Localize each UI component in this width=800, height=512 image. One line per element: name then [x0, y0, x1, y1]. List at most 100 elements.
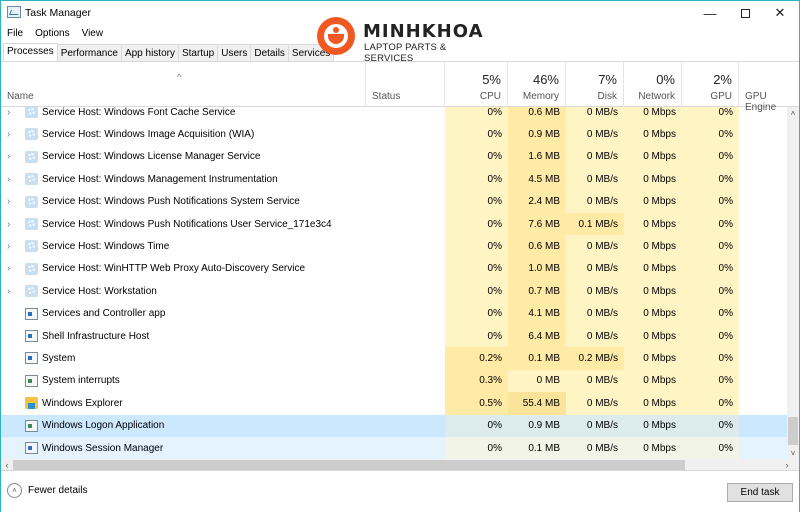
- tab-performance[interactable]: Performance: [57, 44, 122, 62]
- process-status: [366, 280, 445, 302]
- column-name[interactable]: Name: [1, 62, 366, 107]
- gear-icon: [25, 173, 38, 186]
- process-cpu: 0.5%: [445, 392, 508, 415]
- process-gpu: 0%: [682, 168, 739, 191]
- column-gpu[interactable]: 2% GPU: [682, 62, 739, 107]
- process-name: Windows Session Manager: [42, 442, 164, 454]
- process-disk: 0 MB/s: [566, 437, 624, 459]
- tab-processes[interactable]: Processes: [3, 43, 58, 62]
- process-row[interactable]: › Service Host: Windows Push Notification…: [1, 213, 787, 236]
- column-gpu-engine[interactable]: GPU Engine: [739, 62, 799, 113]
- process-row[interactable]: Services and Controller app 0% 4.1 MB 0 MB/…: [1, 302, 787, 325]
- process-row[interactable]: › Service Host: WinHTTP Web Proxy Auto-Di…: [1, 257, 787, 281]
- process-row[interactable]: › Service Host: Windows Time 0% 0.6 MB 0 MB/…: [1, 235, 787, 258]
- process-network: 0 Mbps: [624, 235, 682, 258]
- process-row[interactable]: › Service Host: Windows Management Instru…: [1, 168, 787, 191]
- process-memory: 6.4 MB: [508, 325, 566, 348]
- expand-chevron-icon[interactable]: ›: [7, 235, 10, 257]
- menu-options[interactable]: Options: [33, 25, 73, 43]
- maximize-button[interactable]: [728, 1, 762, 25]
- process-cpu: 0.2%: [445, 347, 508, 370]
- process-disk: 0 MB/s: [566, 392, 624, 415]
- process-cpu: 0%: [445, 168, 508, 191]
- process-row[interactable]: › Service Host: Windows Push Notification…: [1, 190, 787, 213]
- process-status: [366, 146, 445, 168]
- footer: ˄ Fewer details End task: [1, 472, 799, 512]
- expand-chevron-icon[interactable]: ›: [7, 123, 10, 145]
- process-row[interactable]: › Service Host: Windows Font Cache Servic…: [1, 107, 787, 124]
- process-row[interactable]: Windows Explorer 0.5% 55.4 MB 0 MB/s 0 Mbps 0…: [1, 392, 787, 415]
- process-name: Service Host: Windows Image Acquisition …: [42, 129, 255, 141]
- process-row[interactable]: Windows Session Manager 0% 0.1 MB 0 MB/s 0 M…: [1, 437, 787, 459]
- column-memory[interactable]: 46% Memory: [508, 62, 566, 107]
- process-row[interactable]: System interrupts 0.3% 0 MB 0 MB/s 0 Mbps 0%: [1, 369, 787, 393]
- process-status: [366, 437, 445, 459]
- process-row[interactable]: Windows Logon Application 0% 0.9 MB 0 MB/s 0…: [1, 414, 787, 437]
- expand-chevron-icon[interactable]: ›: [7, 107, 10, 123]
- gear-icon: [25, 195, 38, 208]
- process-row[interactable]: › Service Host: Workstation 0% 0.7 MB 0 MB/s…: [1, 280, 787, 303]
- menu-file[interactable]: File: [5, 25, 27, 43]
- process-gpu: 0%: [682, 302, 739, 325]
- tab-details[interactable]: Details: [251, 44, 289, 62]
- process-gpu: 0%: [682, 437, 739, 459]
- process-status: [366, 347, 445, 369]
- expand-chevron-icon[interactable]: ›: [7, 146, 10, 168]
- process-memory: 55.4 MB: [508, 392, 566, 415]
- tab-app-history[interactable]: App history: [121, 44, 179, 62]
- end-task-button[interactable]: End task: [727, 483, 793, 502]
- process-status: [366, 235, 445, 257]
- expand-chevron-icon[interactable]: ›: [7, 213, 10, 235]
- column-header: ^ Name Status 5% CPU 46% Memory 7% Disk …: [1, 62, 799, 113]
- expand-chevron-icon[interactable]: ›: [7, 280, 10, 302]
- process-memory: 2.4 MB: [508, 190, 566, 213]
- expand-chevron-icon[interactable]: ›: [7, 191, 10, 213]
- process-row[interactable]: Shell Infrastructure Host 0% 6.4 MB 0 MB/s 0…: [1, 325, 787, 348]
- process-status: [366, 107, 445, 123]
- process-cpu: 0%: [445, 280, 508, 303]
- expand-chevron-icon[interactable]: ›: [7, 168, 10, 190]
- column-cpu[interactable]: 5% CPU: [445, 62, 508, 107]
- column-status[interactable]: Status: [366, 62, 445, 107]
- process-network: 0 Mbps: [624, 437, 682, 459]
- horizontal-scroll-thumb[interactable]: [13, 460, 685, 470]
- gear-icon: [25, 128, 38, 141]
- minimize-button[interactable]: —: [693, 1, 727, 25]
- watermark-logo: MINHKHOA LAPTOP PARTS & SERVICES: [317, 17, 497, 64]
- tab-users[interactable]: Users: [218, 44, 252, 62]
- process-memory: 0.9 MB: [508, 123, 566, 146]
- scroll-down-icon[interactable]: ˅: [787, 447, 799, 459]
- horizontal-scrollbar[interactable]: ‹ ›: [1, 459, 799, 471]
- process-row[interactable]: System 0.2% 0.1 MB 0.2 MB/s 0 Mbps 0%: [1, 347, 787, 370]
- process-network: 0 Mbps: [624, 325, 682, 348]
- process-network: 0 Mbps: [624, 213, 682, 236]
- process-table: › Service Host: Windows Font Cache Servic…: [1, 107, 787, 459]
- column-disk-label: Disk: [597, 91, 617, 102]
- vertical-scroll-thumb[interactable]: [788, 417, 798, 445]
- scroll-up-icon[interactable]: ˄: [787, 107, 799, 119]
- process-network: 0 Mbps: [624, 257, 682, 281]
- column-disk[interactable]: 7% Disk: [566, 62, 624, 107]
- vertical-scrollbar[interactable]: ˄ ˅: [787, 107, 799, 459]
- logo-icon: [317, 17, 355, 55]
- system-interrupts-icon: [25, 374, 38, 387]
- process-memory: 0.9 MB: [508, 414, 566, 437]
- process-cpu: 0%: [445, 107, 508, 124]
- process-memory: 4.1 MB: [508, 302, 566, 325]
- process-row[interactable]: › Service Host: Windows License Manager S…: [1, 145, 787, 169]
- column-network[interactable]: 0% Network: [624, 62, 682, 107]
- close-button[interactable]: ✕: [763, 1, 797, 25]
- process-row[interactable]: › Service Host: Windows Image Acquisition…: [1, 123, 787, 146]
- process-network: 0 Mbps: [624, 369, 682, 393]
- process-name: Service Host: Windows Time: [42, 241, 170, 253]
- scroll-left-icon[interactable]: ‹: [1, 459, 13, 471]
- expand-chevron-icon[interactable]: ›: [7, 258, 10, 280]
- fewer-details-button[interactable]: ˄ Fewer details: [7, 483, 87, 498]
- column-status-label: Status: [372, 91, 401, 102]
- menu-view[interactable]: View: [80, 25, 108, 43]
- process-gpu: 0%: [682, 257, 739, 281]
- process-status: [366, 370, 445, 392]
- scroll-right-icon[interactable]: ›: [781, 459, 793, 471]
- tab-startup[interactable]: Startup: [178, 44, 219, 62]
- process-cpu: 0%: [445, 302, 508, 325]
